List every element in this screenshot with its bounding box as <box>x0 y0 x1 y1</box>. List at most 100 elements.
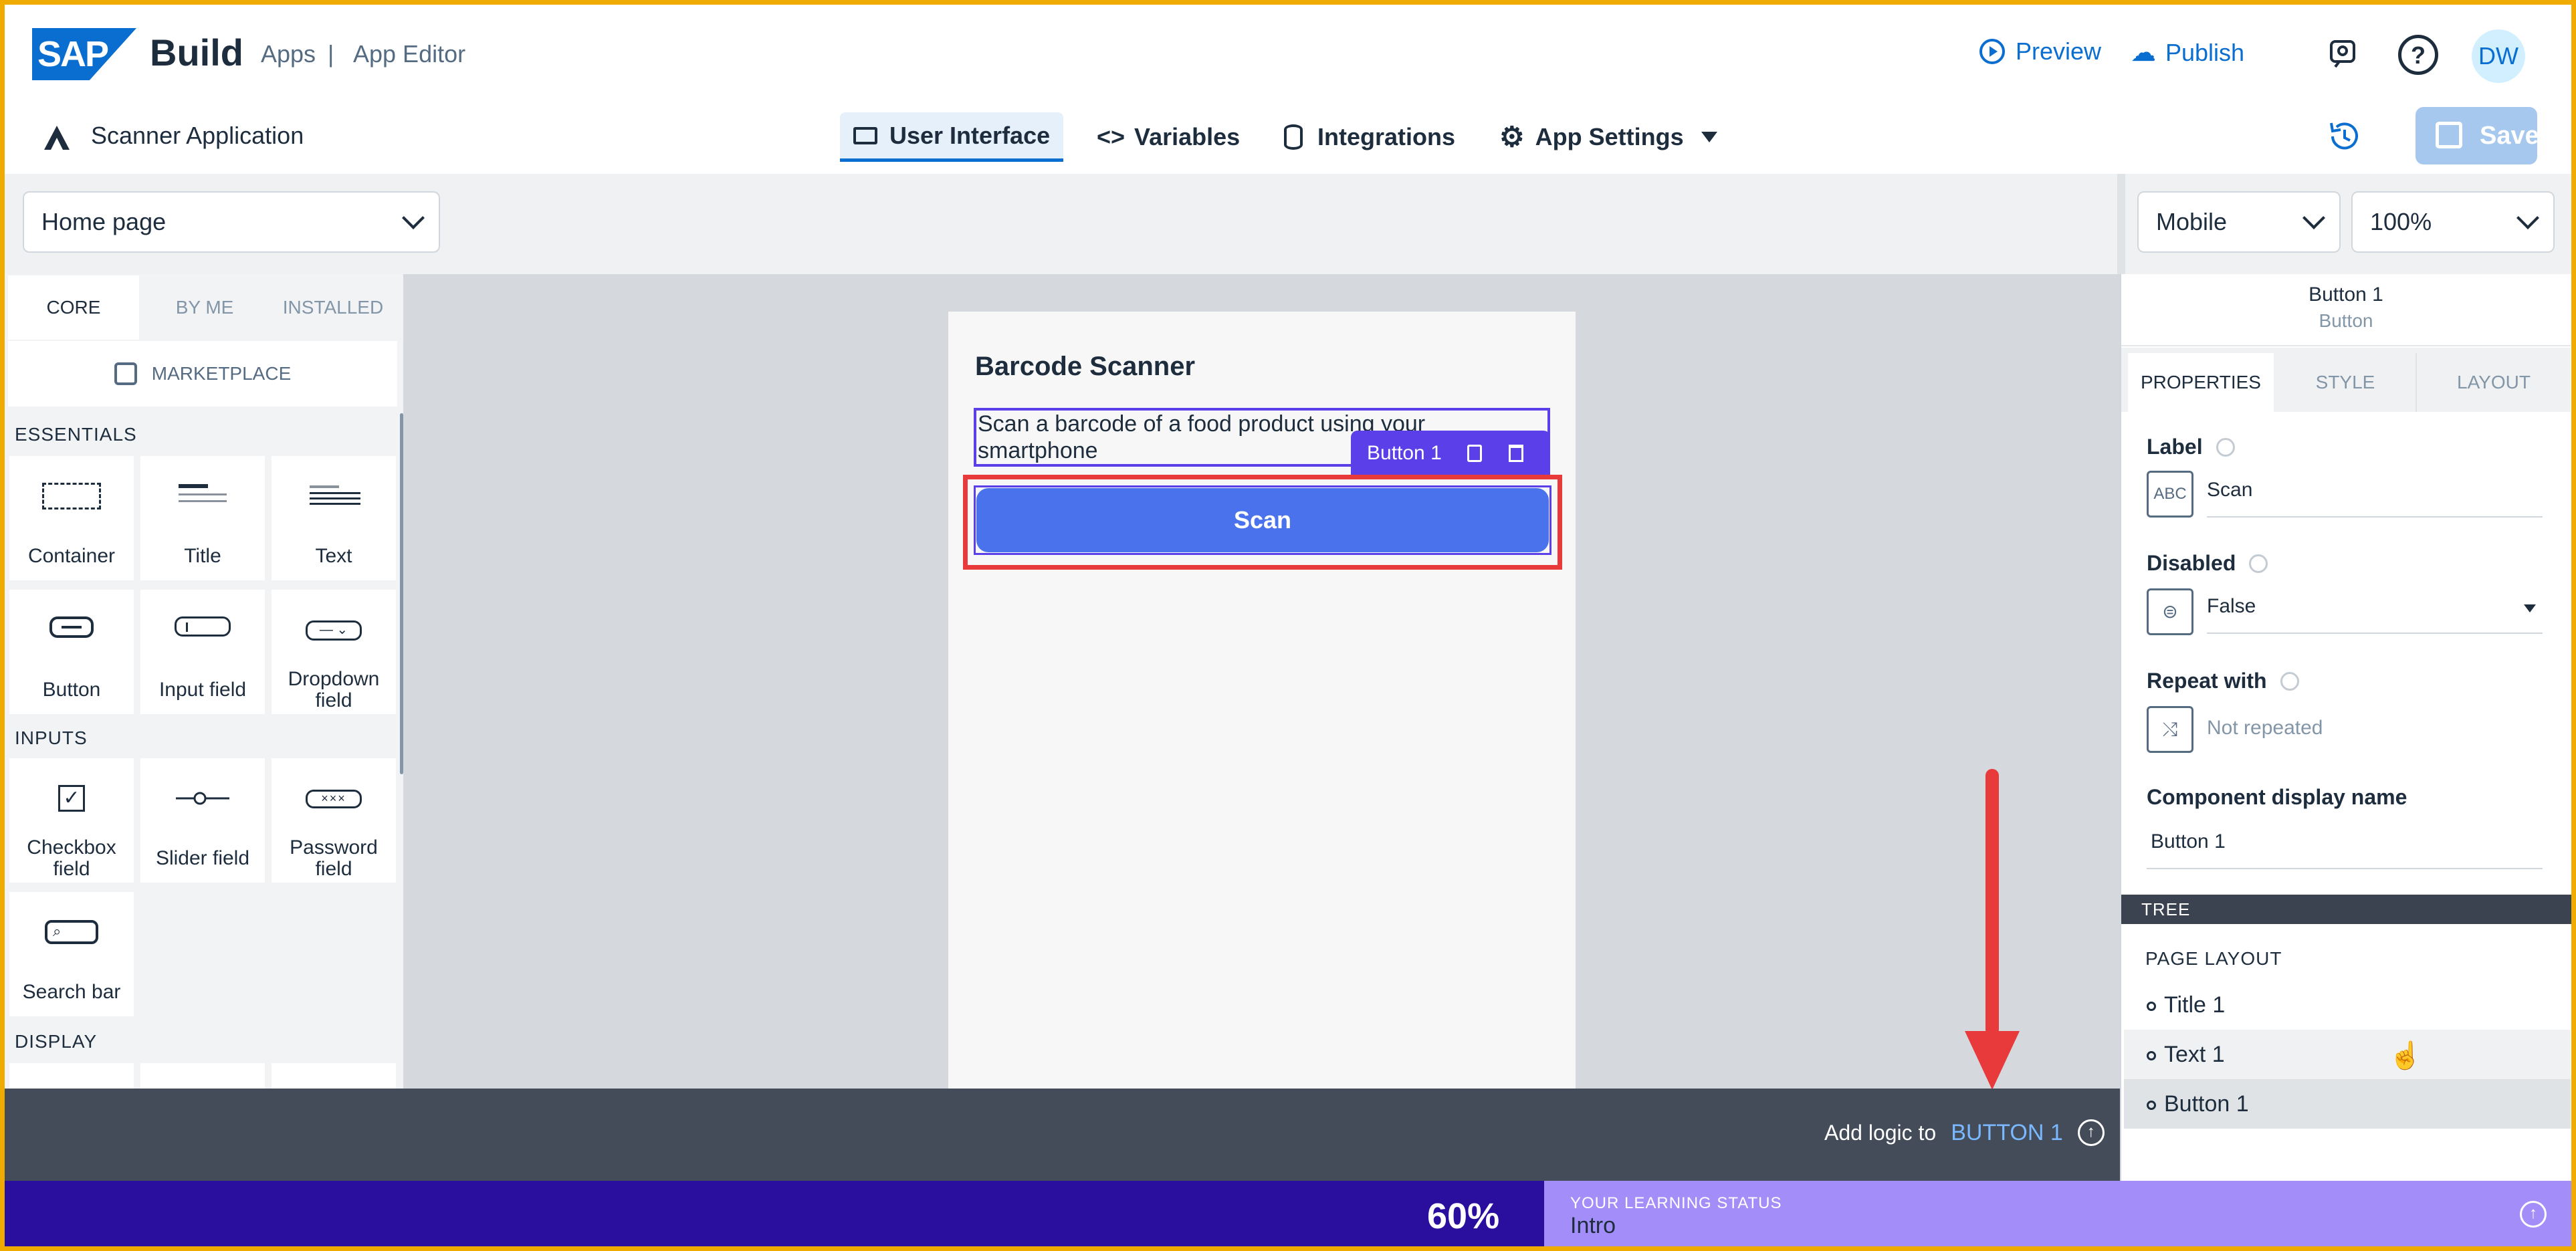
text-icon <box>272 483 396 515</box>
disabled-select-value: False <box>2207 595 2256 617</box>
page-select-value: Home page <box>41 208 167 235</box>
monitor-icon <box>853 126 877 144</box>
preview-button[interactable]: Preview <box>1979 37 2101 66</box>
component-label: Search bar <box>22 981 121 1003</box>
publish-button[interactable]: ☁ Publish <box>2131 37 2244 68</box>
tab-style[interactable]: STYLE <box>2275 353 2417 412</box>
component-title[interactable]: Title <box>140 456 265 580</box>
feedback-icon[interactable] <box>2327 37 2361 71</box>
component-tile-partial[interactable] <box>9 1063 134 1089</box>
component-label: Container <box>27 545 116 567</box>
copy-icon[interactable] <box>1467 445 1482 462</box>
component-text[interactable]: Text <box>272 456 396 580</box>
learning-status-panel[interactable] <box>1544 1181 2571 1246</box>
component-checkbox-field[interactable]: ✓ Checkbox field <box>9 758 134 883</box>
component-password-field[interactable]: ××× Password field <box>272 758 396 883</box>
tree-item-text-1[interactable]: Text 1 ☝ <box>2124 1030 2571 1079</box>
caret-down-icon <box>2524 604 2536 612</box>
component-tile-partial[interactable] <box>140 1063 265 1089</box>
component-button[interactable]: Button <box>9 590 134 714</box>
tab-by-me[interactable]: BY ME <box>139 275 270 340</box>
preview-label: Preview <box>2016 37 2102 65</box>
marketplace-button[interactable]: MARKETPLACE <box>8 341 397 407</box>
search-bar-icon: ⌕ <box>9 919 134 944</box>
component-label: Dropdown field <box>288 668 380 711</box>
title-icon <box>140 483 265 515</box>
component-dropdown-field[interactable]: — ⌄ Dropdown field <box>272 590 396 714</box>
tab-variables[interactable]: <> Variables <box>1083 112 1253 162</box>
tree-header: TREE <box>2121 895 2571 924</box>
node-dot-icon <box>2147 1002 2156 1012</box>
chevron-down-icon <box>2302 207 2325 229</box>
save-button[interactable]: Save <box>2416 107 2539 164</box>
node-dot-icon <box>2147 1051 2156 1061</box>
tree-item-title-1[interactable]: Title 1 <box>2124 980 2571 1030</box>
display-name-input[interactable]: Button 1 <box>2147 830 2543 869</box>
button-icon <box>9 616 134 643</box>
marketplace-icon <box>114 362 137 385</box>
tree-item-button-1[interactable]: Button 1 <box>2124 1079 2571 1129</box>
breadcrumb-separator: | <box>328 40 334 68</box>
learning-status-label: YOUR LEARNING STATUS <box>1570 1194 1782 1212</box>
tree-item-label: Button 1 <box>2164 1091 2249 1117</box>
component-input-field[interactable]: Input field <box>140 590 265 714</box>
device-select[interactable]: Mobile <box>2137 191 2341 253</box>
tab-user-interface-label: User Interface <box>889 121 1051 149</box>
tab-installed[interactable]: INSTALLED <box>270 275 396 340</box>
database-icon <box>1284 124 1303 150</box>
expand-up-icon[interactable]: ↑ <box>2520 1201 2547 1228</box>
repeat-value: Not repeated <box>2207 717 2323 739</box>
selection-chip: Button 1 <box>1351 431 1550 476</box>
page-select[interactable]: Home page <box>23 191 440 253</box>
zoom-select[interactable]: 100% <box>2351 191 2555 253</box>
play-circle-icon <box>1979 39 2005 64</box>
delete-icon[interactable] <box>1508 445 1523 462</box>
info-icon[interactable] <box>2280 671 2299 691</box>
toggle-binding-icon[interactable]: ⊜ <box>2147 588 2193 635</box>
breadcrumb-apps[interactable]: Apps <box>261 40 316 68</box>
label-input[interactable]: Scan <box>2207 479 2543 518</box>
tab-core[interactable]: CORE <box>8 275 139 340</box>
arrow-down-icon <box>1965 769 2020 1097</box>
caret-down-icon <box>1701 132 1717 142</box>
canvas-title[interactable]: Barcode Scanner <box>975 352 1195 382</box>
text-binding-icon[interactable]: ABC <box>2147 471 2193 518</box>
component-label: Input field <box>158 679 247 701</box>
disabled-select[interactable]: False <box>2207 595 2543 634</box>
component-tile-partial[interactable] <box>272 1063 396 1089</box>
product-name: Build <box>150 31 243 74</box>
component-search-bar[interactable]: ⌕ Search bar <box>9 892 134 1016</box>
info-icon[interactable] <box>2249 554 2268 573</box>
tab-user-interface[interactable]: User Interface <box>840 112 1064 162</box>
component-slider-field[interactable]: Slider field <box>140 758 265 883</box>
info-icon[interactable] <box>2216 437 2235 457</box>
hand-cursor-icon: ☝ <box>2389 1041 2422 1070</box>
add-logic-toggle[interactable]: Add logic to BUTTON 1 ↑ <box>1824 1119 2105 1146</box>
scan-button[interactable]: Scan <box>976 488 1549 552</box>
component-label: Button <box>42 679 101 701</box>
tab-integrations-label: Integrations <box>1317 123 1456 150</box>
container-icon <box>9 483 134 515</box>
tab-integrations[interactable]: Integrations <box>1271 112 1469 162</box>
repeat-binding-icon[interactable]: ⤭ <box>2147 706 2193 753</box>
component-container[interactable]: Container <box>9 456 134 580</box>
marketplace-label: MARKETPLACE <box>151 363 292 384</box>
toolbar-divider <box>2117 174 2125 274</box>
display-name-title: Component display name <box>2147 785 2407 809</box>
tab-app-settings[interactable]: ⚙ App Settings <box>1486 112 1731 162</box>
tab-properties[interactable]: PROPERTIES <box>2128 353 2274 412</box>
learning-status-value: Intro <box>1570 1213 1616 1238</box>
input-field-icon <box>140 616 265 642</box>
tab-app-settings-label: App Settings <box>1535 123 1684 150</box>
repeat-field-title-text: Repeat with <box>2147 669 2267 693</box>
history-icon[interactable] <box>2326 118 2363 155</box>
component-label: Checkbox field <box>27 836 116 880</box>
component-label: Password field <box>290 836 378 880</box>
avatar[interactable]: DW <box>2472 29 2525 83</box>
cloud-upload-icon: ☁ <box>2131 39 2156 67</box>
breadcrumb-app-editor: App Editor <box>353 40 466 68</box>
help-icon[interactable]: ? <box>2398 35 2438 75</box>
tab-layout[interactable]: LAYOUT <box>2418 353 2569 412</box>
publish-label: Publish <box>2165 38 2245 66</box>
save-icon <box>2436 122 2462 148</box>
